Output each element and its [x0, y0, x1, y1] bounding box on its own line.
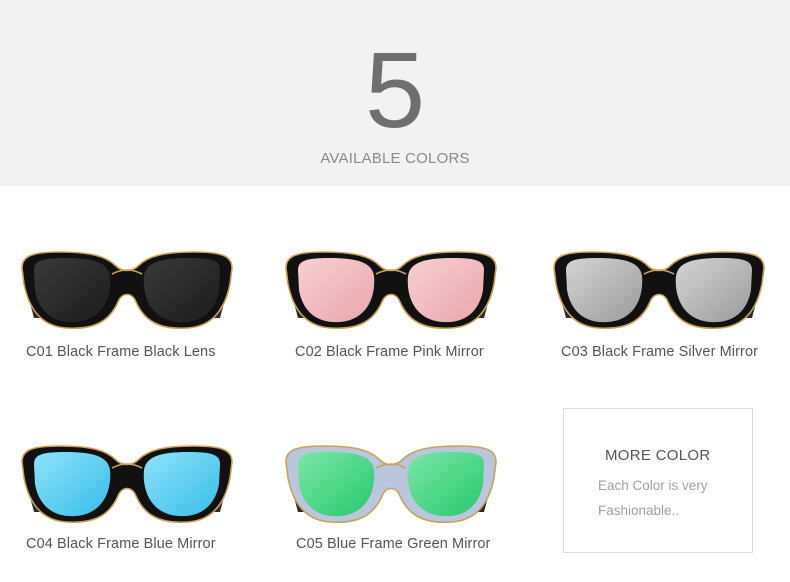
product-image-c02[interactable]: [284, 248, 498, 332]
product-image-c05[interactable]: [284, 442, 498, 526]
sunglasses-icon: [21, 251, 233, 330]
more-color-title: MORE COLOR: [605, 447, 711, 464]
sunglasses-icon: [285, 445, 497, 524]
product-caption-c02: C02 Black Frame Pink Mirror: [295, 344, 484, 360]
product-caption-c03: C03 Black Frame Silver Mirror: [561, 344, 759, 360]
header-banner: 5 AVAILABLE COLORS: [0, 0, 790, 186]
product-colors-page: 5 AVAILABLE COLORS C01 Black Frame Black…: [0, 0, 790, 582]
sunglasses-icon: [553, 251, 765, 330]
product-caption-c05: C05 Blue Frame Green Mirror: [296, 536, 491, 552]
product-image-c03[interactable]: [552, 248, 766, 332]
more-color-description: Each Color is very Fashionable..: [598, 473, 738, 523]
section-title: AVAILABLE COLORS: [320, 150, 470, 167]
product-image-c04[interactable]: [20, 442, 234, 526]
product-image-c01[interactable]: [20, 248, 234, 332]
product-caption-c01: C01 Black Frame Black Lens: [26, 344, 216, 360]
more-color-line-2: Fashionable..: [598, 503, 680, 518]
sunglasses-icon: [285, 251, 497, 330]
sunglasses-icon: [21, 445, 233, 524]
more-color-box[interactable]: MORE COLOR Each Color is very Fashionabl…: [563, 408, 753, 553]
color-count: 5: [364, 29, 426, 150]
product-caption-c04: C04 Black Frame Blue Mirror: [26, 536, 216, 552]
more-color-line-1: Each Color is very: [598, 478, 708, 493]
